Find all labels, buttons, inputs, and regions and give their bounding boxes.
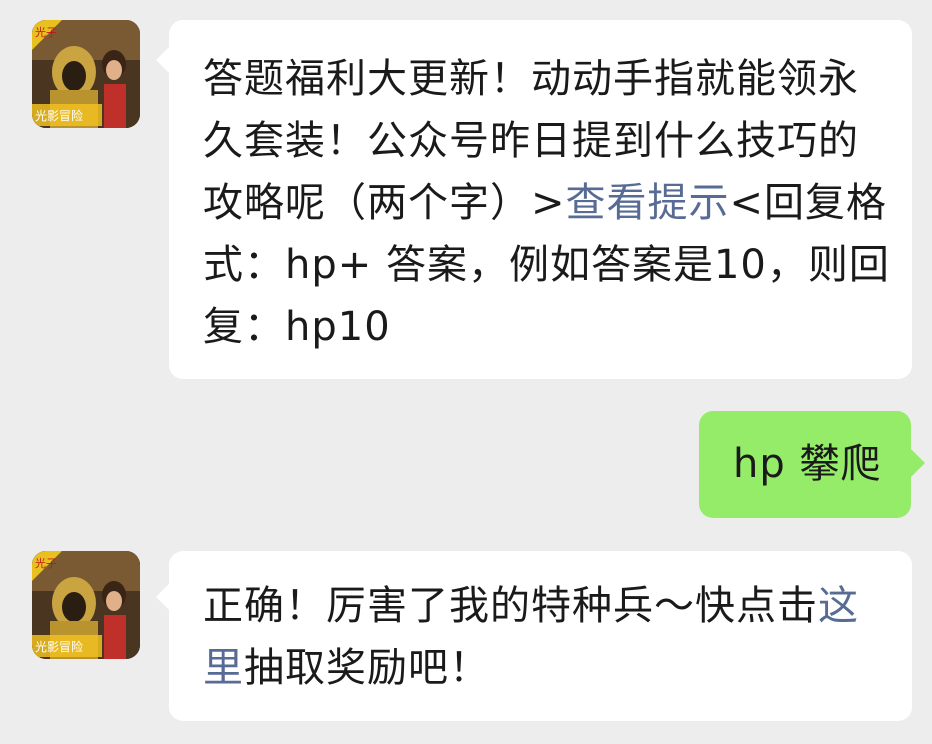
outgoing-message-bubble[interactable]: hp 攀爬: [699, 411, 911, 518]
avatar-badge-top: 光子: [35, 556, 57, 570]
message-text: 抽取奖励吧！: [244, 645, 490, 691]
avatar-badge-bottom: 光影冒险: [35, 108, 83, 123]
game-logo-icon: 光子 光影冒险: [32, 551, 140, 659]
game-logo-icon: 光子 光影冒险: [32, 20, 140, 128]
message-text: 正确！厉害了我的特种兵～快点击: [203, 583, 818, 629]
bubble-tail: [156, 583, 170, 611]
view-hint-link[interactable]: 查看提示: [566, 180, 730, 226]
avatar-badge-top: 光子: [35, 25, 57, 39]
game-avatar[interactable]: 光子 光影冒险: [32, 551, 140, 659]
game-avatar[interactable]: 光子 光影冒险: [32, 20, 140, 128]
incoming-message-bubble[interactable]: 正确！厉害了我的特种兵～快点击这里抽取奖励吧！: [169, 551, 912, 721]
bubble-tail: [156, 46, 170, 74]
bubble-tail: [911, 449, 925, 477]
incoming-message-bubble[interactable]: 答题福利大更新！动动手指就能领永久套装！公众号昨日提到什么技巧的攻略呢（两个字）…: [169, 20, 912, 379]
avatar-badge-bottom: 光影冒险: [35, 639, 83, 654]
message-text: hp 攀爬: [733, 441, 882, 487]
